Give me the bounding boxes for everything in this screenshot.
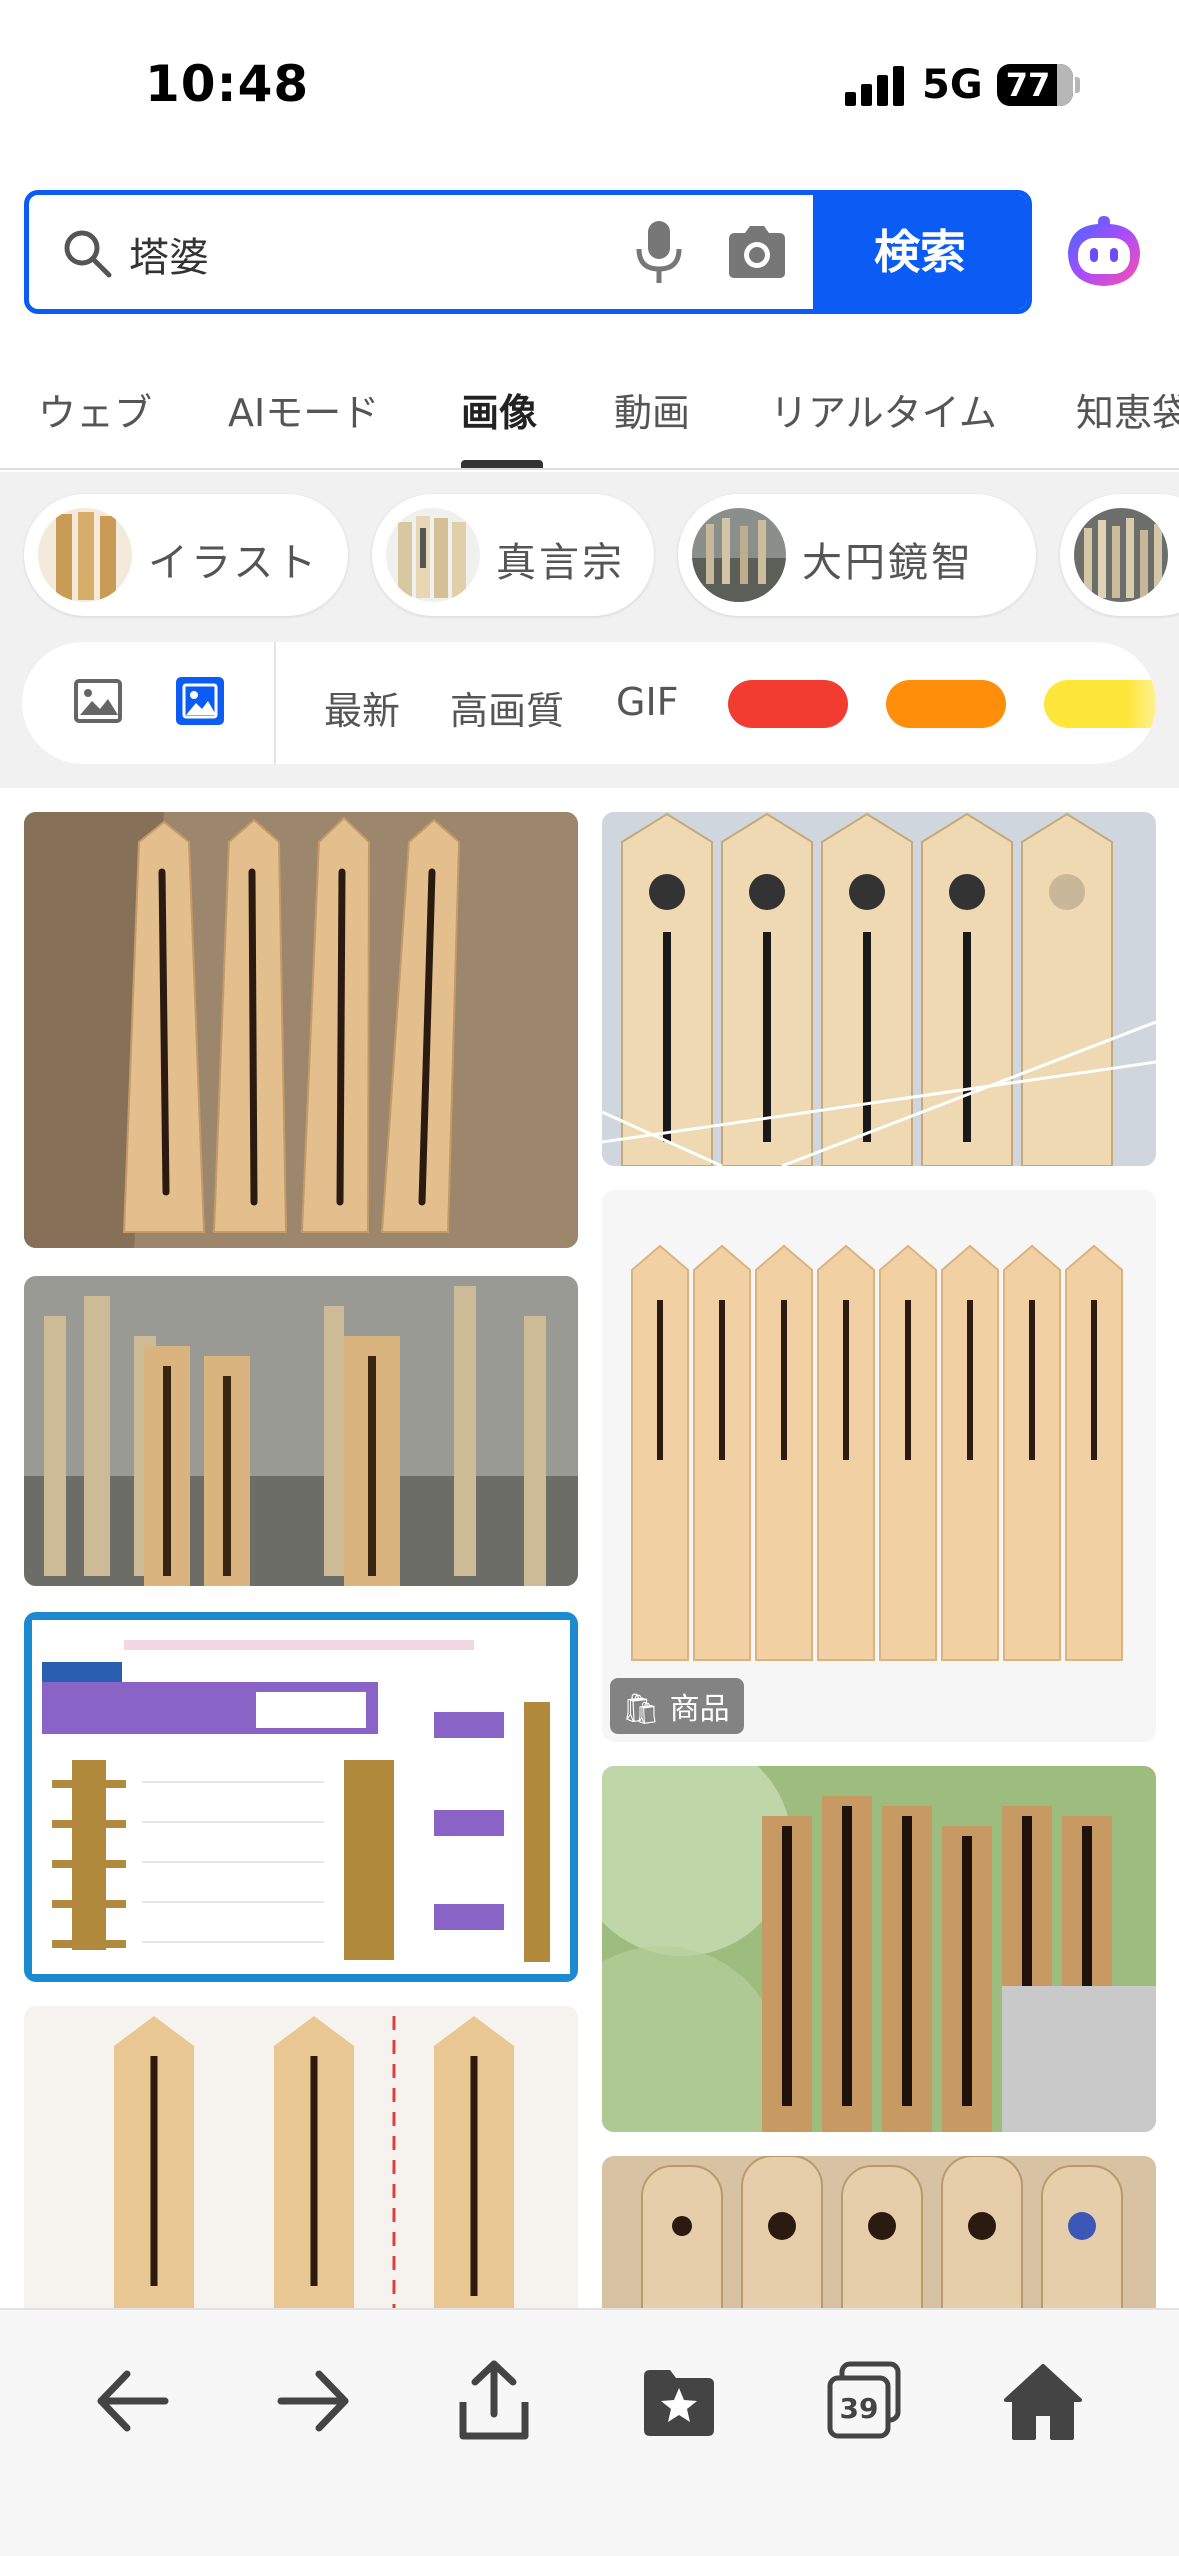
tab-realtime[interactable]: リアルタイム (770, 382, 997, 437)
search-tabs: ウェブ AIモード 画像 動画 リアルタイム 知恵袋 (0, 360, 1179, 470)
suggestion-label: イラスト (148, 540, 320, 586)
forward-arrow-icon[interactable] (269, 2356, 359, 2446)
suggestion-thumbnail (38, 508, 132, 602)
shopping-bag-icon: 🛍 (622, 1692, 661, 1727)
tab-ai-mode[interactable]: AIモード (228, 382, 379, 437)
filter-divider (274, 642, 276, 764)
suggestion-thumbnail (1074, 508, 1168, 602)
microphone-icon[interactable] (629, 219, 689, 285)
filter-high-quality[interactable]: 高画質 (450, 680, 564, 735)
suggestion-thumbnail (692, 508, 786, 602)
image-result[interactable] (602, 812, 1156, 1166)
share-icon[interactable] (449, 2356, 539, 2446)
suggestion-chip[interactable]: 大円鏡智 (678, 494, 1036, 616)
assistant-icon[interactable] (1062, 210, 1146, 294)
color-filter-orange[interactable] (886, 680, 1006, 728)
tabs-icon[interactable]: 39 (818, 2356, 908, 2446)
cellular-signal-icon (845, 66, 905, 106)
tab-count: 39 (840, 2392, 879, 2425)
status-bar: 10:48 5G 77 (0, 0, 1179, 170)
image-result[interactable] (24, 1276, 578, 1586)
image-result[interactable]: 🛍 商品 (602, 1190, 1156, 1742)
search-input[interactable]: 塔婆 (129, 225, 209, 283)
back-arrow-icon[interactable] (87, 2356, 177, 2446)
color-filter-yellow[interactable] (1044, 680, 1156, 728)
search-icon (64, 230, 112, 278)
image-result[interactable] (602, 2156, 1156, 2310)
tab-web[interactable]: ウェブ (38, 382, 152, 437)
battery-icon: 77 (997, 64, 1073, 106)
product-badge-label: 商品 (669, 1692, 730, 1727)
battery-tip (1075, 77, 1080, 93)
tab-images[interactable]: 画像 (461, 382, 537, 437)
home-icon[interactable] (998, 2356, 1088, 2446)
suggestion-thumbnail (386, 508, 480, 602)
tab-chiebukuro[interactable]: 知恵袋 (1076, 382, 1179, 437)
photo-filter-icon[interactable] (174, 675, 226, 727)
product-badge: 🛍 商品 (610, 1678, 744, 1734)
search-button[interactable]: 検索 (813, 195, 1027, 309)
filter-latest[interactable]: 最新 (324, 680, 400, 735)
suggestion-chip[interactable]: 真言宗 (372, 494, 654, 616)
image-results-grid: 🛍 商品 (0, 790, 1179, 2310)
tab-videos[interactable]: 動画 (614, 382, 690, 437)
image-result[interactable] (24, 2006, 578, 2310)
image-result[interactable] (602, 1766, 1156, 2132)
network-type: 5G (922, 62, 983, 108)
suggestion-label: 大円鏡智 (802, 540, 974, 586)
battery-level: 77 (1005, 66, 1051, 104)
bookmarks-icon[interactable] (634, 2356, 724, 2446)
suggestion-chip[interactable]: イラスト (24, 494, 348, 616)
all-images-icon[interactable] (72, 675, 124, 727)
suggestion-label: 真言宗 (496, 540, 625, 586)
status-time: 10:48 (145, 55, 310, 113)
filter-bar: 最新 高画質 GIF (22, 642, 1156, 764)
image-result[interactable] (24, 812, 578, 1248)
filter-area: イラスト 真言宗 大円鏡智 最新 高画質 GIF (0, 472, 1179, 788)
active-tab-indicator (461, 460, 543, 468)
filter-gif[interactable]: GIF (616, 680, 679, 724)
suggestion-chip[interactable] (1060, 494, 1179, 616)
image-result[interactable] (24, 1612, 578, 1982)
bottom-toolbar: 39 (0, 2308, 1179, 2556)
camera-icon[interactable] (725, 223, 789, 281)
search-box[interactable]: 塔婆 検索 (24, 190, 1032, 314)
color-filter-red[interactable] (728, 680, 848, 728)
